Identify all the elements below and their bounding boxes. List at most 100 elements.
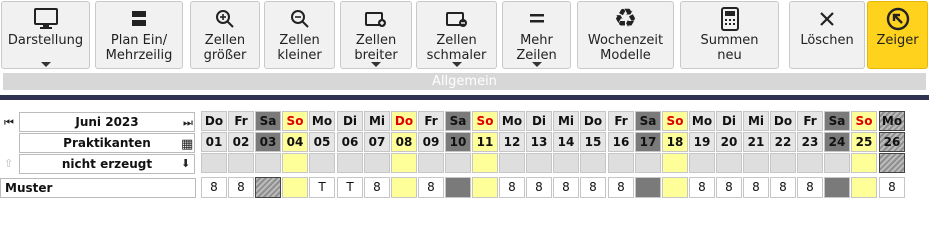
day-of-week-cell: Mo: [309, 111, 335, 131]
shift-cell[interactable]: [824, 177, 850, 198]
employee-name: Muster: [0, 178, 196, 198]
shift-cell[interactable]: [635, 177, 661, 198]
status-cell: [689, 153, 715, 173]
status-cell: [228, 153, 254, 173]
status-cell: [391, 153, 417, 173]
date-cell: 08: [391, 132, 417, 152]
recycle-button[interactable]: ♻ Wochenzeit Modelle: [577, 1, 674, 69]
date-cell: 13: [526, 132, 552, 152]
pointer-button[interactable]: Zeiger: [867, 1, 928, 69]
shift-cell[interactable]: 8: [201, 177, 227, 198]
toolbar: Darstellung Plan Ein/ Mehrzeilig Zellen gr…: [0, 0, 929, 70]
equals-button[interactable]: Mehr Zeilen: [502, 1, 571, 69]
shift-cell[interactable]: [472, 177, 498, 198]
shift-cell[interactable]: 8: [418, 177, 444, 198]
date-cell: 21: [743, 132, 769, 152]
arrow-down-icon[interactable]: ⬇: [181, 157, 190, 170]
day-of-week-cell: Sa: [255, 111, 281, 131]
group-selector[interactable]: Praktikanten: [19, 133, 195, 153]
status-cell: [282, 153, 308, 173]
narrow-button[interactable]: Zellen schmaler: [416, 1, 497, 69]
shift-cell[interactable]: 8: [526, 177, 552, 198]
status-cell: [608, 153, 634, 173]
day-of-week-cell: Di: [337, 111, 363, 131]
date-cell: 16: [608, 132, 634, 152]
shift-cell[interactable]: [851, 177, 877, 198]
shift-cell[interactable]: [445, 177, 471, 198]
arrow-up-icon[interactable]: ⇧: [4, 157, 13, 170]
day-of-week-cell: Do: [201, 111, 227, 131]
button-label: Plan Ein/ Mehrzeilig: [105, 33, 173, 63]
shift-cell[interactable]: [662, 177, 688, 198]
monitor-icon: [33, 5, 59, 33]
status-cell: [635, 153, 661, 173]
day-of-week-cell: Do: [580, 111, 606, 131]
shift-cell[interactable]: 8: [364, 177, 390, 198]
status-cell: [553, 153, 579, 173]
status-cell: [716, 153, 742, 173]
group-label: Allgemein: [3, 73, 926, 90]
button-label: Wochenzeit Modelle: [587, 33, 664, 63]
day-of-week-cell: Mi: [364, 111, 390, 131]
day-of-week-cell: Fr: [797, 111, 823, 131]
date-cell: 05: [309, 132, 335, 152]
shift-cell[interactable]: 8: [797, 177, 823, 198]
shift-cell[interactable]: 8: [743, 177, 769, 198]
button-label: Summen neu: [700, 33, 759, 63]
day-of-week-cell: Fr: [608, 111, 634, 131]
calculator-button[interactable]: Summen neu: [680, 1, 779, 69]
close-button[interactable]: Löschen: [789, 1, 865, 69]
day-of-week-cell: Do: [770, 111, 796, 131]
shift-cell[interactable]: 8: [879, 177, 905, 198]
recycle-icon: ♻: [613, 4, 638, 34]
zoom-in-icon: [215, 5, 235, 33]
date-cell: 10: [445, 132, 471, 152]
status-cell: [255, 153, 281, 173]
shift-cell[interactable]: 8: [580, 177, 606, 198]
status-cell: [797, 153, 823, 173]
status-cell: [770, 153, 796, 173]
divider: [0, 95, 929, 100]
date-cell: 17: [635, 132, 661, 152]
button-label: Zeiger: [876, 33, 919, 48]
first-page-icon[interactable]: ⏮: [4, 116, 14, 130]
shift-cell[interactable]: 8: [689, 177, 715, 198]
day-of-week-cell: So: [851, 111, 877, 131]
narrow-icon: [445, 5, 469, 33]
status-cell: [364, 153, 390, 173]
caret-down-icon: [451, 62, 462, 67]
status-cell: [499, 153, 525, 173]
month-selector[interactable]: Juni 2023: [19, 112, 195, 132]
day-of-week-cell: So: [472, 111, 498, 131]
rows-button[interactable]: Plan Ein/ Mehrzeilig: [95, 1, 183, 69]
shift-cell[interactable]: 8: [716, 177, 742, 198]
shift-cell[interactable]: 8: [499, 177, 525, 198]
shift-cell[interactable]: [391, 177, 417, 198]
shift-cell[interactable]: [255, 177, 281, 198]
shift-cell[interactable]: T: [337, 177, 363, 198]
status-cell: [879, 153, 905, 173]
widen-icon: [364, 5, 388, 33]
day-of-week-cell: Sa: [445, 111, 471, 131]
shift-cell[interactable]: [282, 177, 308, 198]
shift-cell[interactable]: 8: [553, 177, 579, 198]
widen-button[interactable]: Zellen breiter: [340, 1, 412, 69]
last-page-icon[interactable]: ⏭: [183, 116, 193, 130]
day-of-week-cell: Fr: [418, 111, 444, 131]
shift-cell[interactable]: 8: [228, 177, 254, 198]
zoom-out-button[interactable]: Zellen kleiner: [264, 1, 335, 69]
date-cell: 03: [255, 132, 281, 152]
date-cell: 19: [689, 132, 715, 152]
shift-cell[interactable]: T: [309, 177, 335, 198]
date-cell: 12: [499, 132, 525, 152]
status-cell: [580, 153, 606, 173]
caret-down-icon: [40, 62, 51, 67]
monitor-button[interactable]: Darstellung: [1, 1, 90, 69]
zoom-in-button[interactable]: Zellen größer: [190, 1, 260, 69]
grid-icon[interactable]: ▦: [181, 137, 193, 152]
caret-down-icon: [371, 62, 381, 67]
shift-cell[interactable]: 8: [770, 177, 796, 198]
shift-cell[interactable]: 8: [608, 177, 634, 198]
status-cell: [824, 153, 850, 173]
date-cell: 11: [472, 132, 498, 152]
